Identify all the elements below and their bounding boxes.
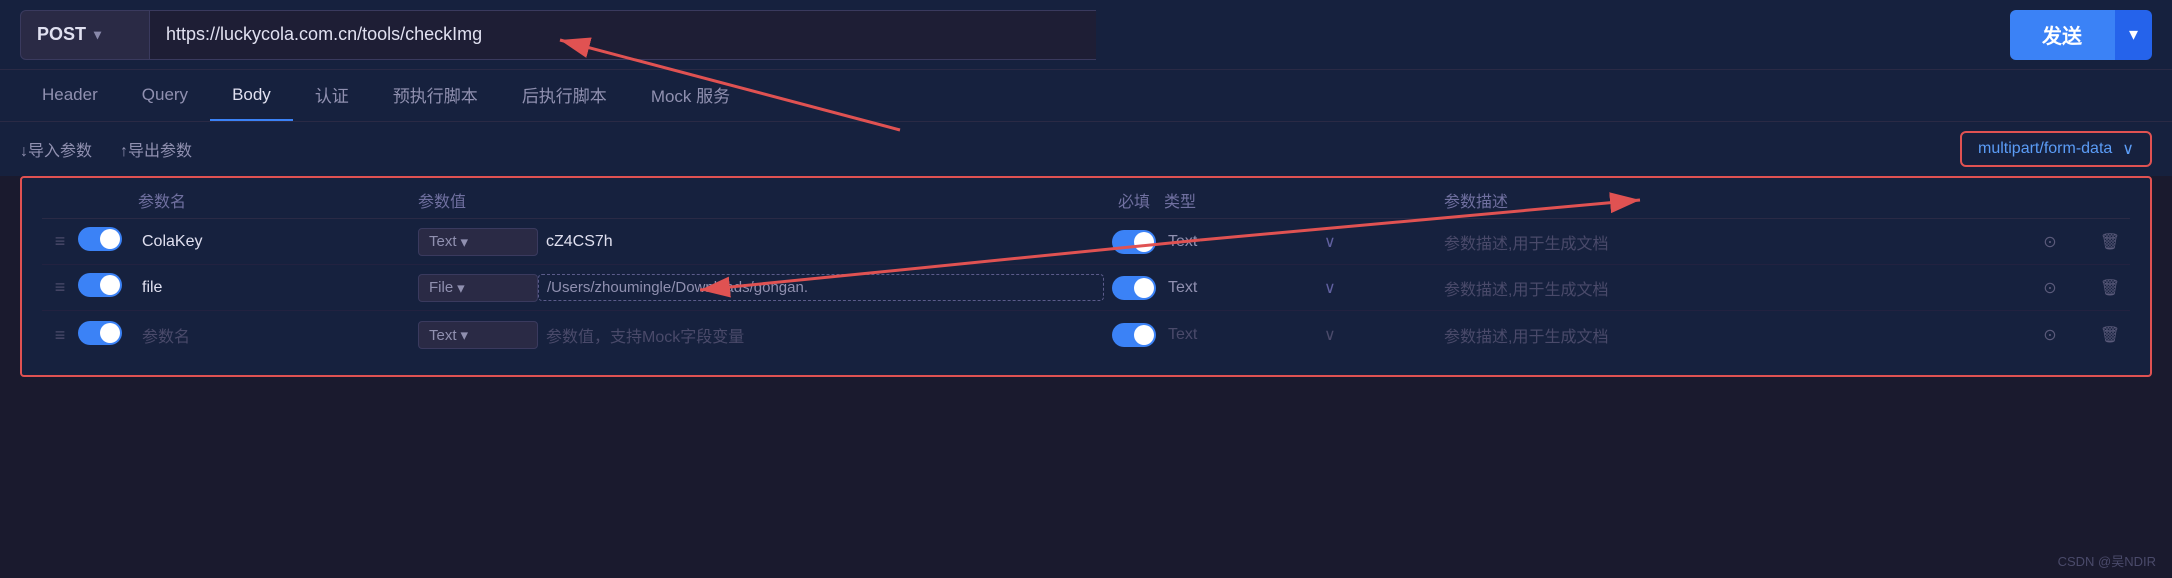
row3-param-name[interactable]: 参数名 [138,323,418,347]
row3-type-label: Text [429,327,457,344]
tab-mock[interactable]: Mock 服务 [629,68,752,123]
import-label: ↓导入参数 [20,137,92,161]
method-select[interactable]: POST ▾ [20,10,150,60]
row2-required[interactable] [1104,276,1164,300]
row2-value-type: Text [1164,279,1324,297]
row1-type-chevron: ▾ [461,233,469,251]
send-button[interactable]: 发送 [2010,10,2114,60]
row2-type-select[interactable]: File ▾ [418,274,538,302]
row1-delete-icon[interactable]: 🗑 [2090,232,2130,252]
table-header: 参数名 参数值 必填 类型 参数描述 [42,178,2130,219]
row3-desc: 参数描述,用于生成文档 [1444,323,2010,347]
drag-handle[interactable]: ≡ [42,231,78,252]
col-required-header: 必填 [1104,188,1164,212]
content-type-label: multipart/form-data [1978,140,2112,158]
content-type-chevron: ∨ [2122,139,2134,159]
col-desc-header: 参数描述 [1444,188,2010,212]
content-type-select[interactable]: multipart/form-data ∨ [1960,131,2152,167]
row1-type-label: Text [429,233,457,250]
row3-copy-icon[interactable]: ⊙ [2010,325,2090,345]
row3-type-chevron: ▾ [461,326,469,344]
drag-handle[interactable]: ≡ [42,277,78,298]
tab-auth[interactable]: 认证 [293,68,371,123]
row1-required[interactable] [1104,230,1164,254]
row1-type-chevron2[interactable]: ∨ [1324,232,1444,252]
drag-handle[interactable]: ≡ [42,325,78,346]
export-label: ↑导出参数 [120,137,192,161]
tab-pre-script[interactable]: 预执行脚本 [371,68,500,123]
params-table: 参数名 参数值 必填 类型 参数描述 ≡ ColaKey Text ▾ [20,176,2152,377]
sub-toolbar-left: ↓导入参数 ↑导出参数 [20,137,192,161]
row2-toggle[interactable] [78,273,138,302]
col-param-name-header: 参数名 [138,188,418,212]
row3-required[interactable] [1104,323,1164,347]
row1-copy-icon[interactable]: ⊙ [2010,232,2090,252]
col-type-header: 参数值 [418,188,538,212]
row2-type-label: File [429,279,453,296]
tab-query[interactable]: Query [120,71,210,121]
row1-value-type: Text [1164,233,1324,251]
row3-value[interactable]: 参数值，支持Mock字段变量 [538,319,1104,351]
row3-type-chevron2[interactable]: ∨ [1324,325,1444,345]
send-btn-group: 发送 ▾ [2010,10,2152,60]
tab-body[interactable]: Body [210,71,293,121]
row3-toggle[interactable] [78,321,138,350]
row1-param-name[interactable]: ColaKey [138,233,418,251]
row3-value-type: Text [1164,326,1324,344]
row1-desc[interactable]: 参数描述,用于生成文档 [1444,230,2010,254]
method-label: POST [37,24,86,45]
top-bar: POST ▾ 发送 ▾ [0,0,2172,70]
send-dropdown-button[interactable]: ▾ [2114,10,2152,60]
tab-header[interactable]: Header [20,71,120,121]
table-row: ≡ ColaKey Text ▾ cZ4CS7h Text ∨ [42,219,2130,265]
watermark: CSDN @吴NDIR [2058,551,2156,570]
row3-delete-icon[interactable]: 🗑 [2090,325,2130,345]
row2-delete-icon[interactable]: 🗑 [2090,278,2130,298]
url-input[interactable] [150,10,1096,60]
table-row: ≡ file File ▾ /Users/zhoumingle/Download… [42,265,2130,311]
export-params-button[interactable]: ↑导出参数 [120,137,192,161]
row2-value[interactable]: /Users/zhoumingle/Downloads/gongan. [538,274,1104,301]
row2-param-name[interactable]: file [138,279,418,297]
sub-toolbar: ↓导入参数 ↑导出参数 multipart/form-data ∨ [0,122,2172,176]
row2-copy-icon[interactable]: ⊙ [2010,278,2090,298]
row2-type-chevron: ▾ [457,279,465,297]
tab-post-script[interactable]: 后执行脚本 [500,68,629,123]
row2-desc[interactable]: 参数描述,用于生成文档 [1444,276,2010,300]
table-row: ≡ 参数名 Text ▾ 参数值，支持Mock字段变量 Text ∨ [42,311,2130,359]
nav-tabs: Header Query Body 认证 预执行脚本 后执行脚本 Mock 服务 [0,70,2172,122]
method-chevron: ▾ [94,26,101,43]
row2-type-chevron2[interactable]: ∨ [1324,278,1444,298]
row3-type-select[interactable]: Text ▾ [418,321,538,349]
row1-toggle[interactable] [78,227,138,256]
col-type2-header: 类型 [1164,188,1324,212]
import-params-button[interactable]: ↓导入参数 [20,137,92,161]
row1-value[interactable]: cZ4CS7h [538,229,1104,255]
row1-type-select[interactable]: Text ▾ [418,228,538,256]
